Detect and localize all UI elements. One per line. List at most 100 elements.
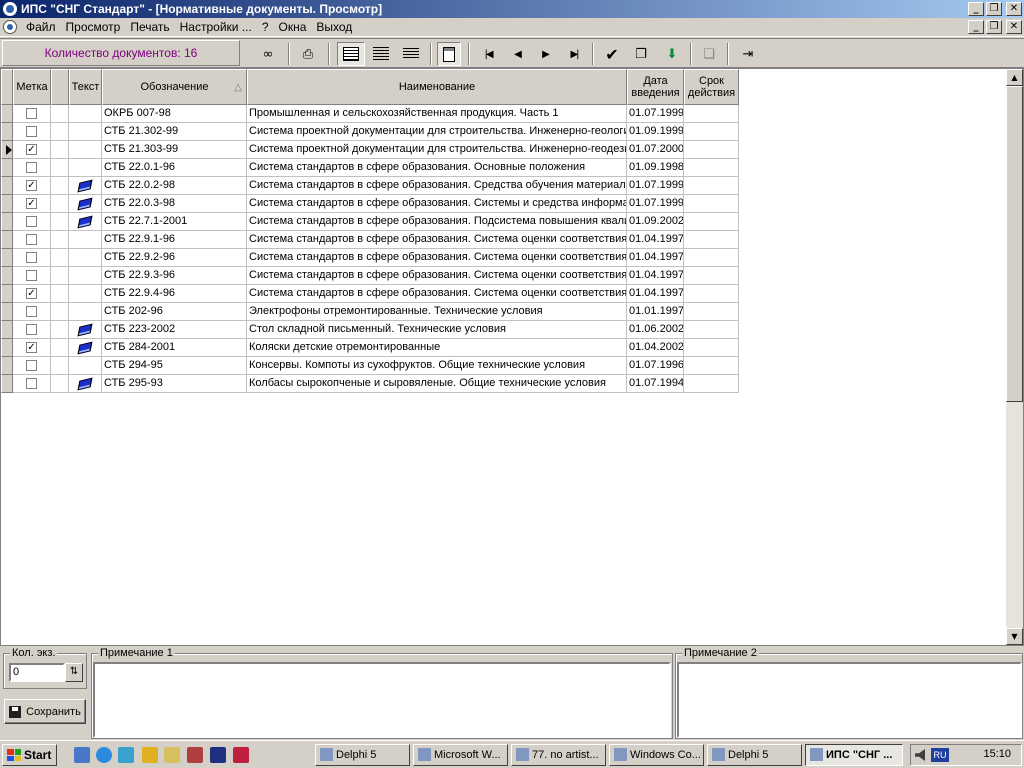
code-cell[interactable]: СТБ 22.9.4-96 [102, 285, 247, 303]
text-cell[interactable] [69, 375, 102, 393]
term-cell[interactable] [684, 285, 739, 303]
list-view-icon[interactable] [369, 42, 393, 66]
desktop-icon[interactable] [74, 747, 90, 763]
prev-record-icon[interactable]: ◀ [505, 42, 529, 66]
save-button[interactable]: Сохранить [4, 699, 86, 724]
date-cell[interactable]: 01.04.1997 [627, 249, 684, 267]
note1-memo[interactable] [93, 662, 671, 738]
printer-icon[interactable]: ⎙ [296, 42, 320, 66]
mark-checkbox[interactable] [26, 216, 37, 227]
menu-settings[interactable]: Настройки ... [175, 20, 257, 34]
mark-cell[interactable] [13, 321, 51, 339]
term-cell[interactable] [684, 195, 739, 213]
name-cell[interactable]: Система стандартов в сфере образования. … [247, 267, 627, 285]
name-cell[interactable]: Консервы. Компоты из сухофруктов. Общие … [247, 357, 627, 375]
code-cell[interactable]: СТБ 21.302-99 [102, 123, 247, 141]
code-cell[interactable]: СТБ 223-2002 [102, 321, 247, 339]
mark-cell[interactable] [13, 123, 51, 141]
date-cell[interactable]: 01.04.2002 [627, 339, 684, 357]
mark-checkbox[interactable]: ✓ [26, 180, 37, 191]
table-row[interactable]: ОКРБ 007-98 Промышленная и сельскохозяйст… [1, 105, 739, 123]
last-record-icon[interactable]: ▶| [562, 42, 586, 66]
volume-icon[interactable] [915, 749, 925, 761]
date-cell[interactable]: 01.09.1999 [627, 123, 684, 141]
mark-cell[interactable] [13, 159, 51, 177]
text-cell[interactable] [69, 123, 102, 141]
internet-explorer-icon[interactable] [96, 747, 112, 763]
first-record-icon[interactable]: |◀ [476, 42, 500, 66]
text-cell[interactable] [69, 177, 102, 195]
task-winamp[interactable]: 77. no artist... [511, 744, 606, 766]
mark-checkbox[interactable] [26, 108, 37, 119]
table-row[interactable]: СТБ 22.9.2-96 Система стандартов в сфере … [1, 249, 739, 267]
task-delphi-1[interactable]: Delphi 5 [315, 744, 410, 766]
name-cell[interactable]: Стол складной письменный. Технические ус… [247, 321, 627, 339]
name-cell[interactable]: Система стандартов в сфере образования. … [247, 195, 627, 213]
code-cell[interactable]: СТБ 22.0.1-96 [102, 159, 247, 177]
app-icon[interactable] [3, 2, 17, 16]
minimize-button[interactable]: _ [968, 2, 984, 16]
vertical-scrollbar[interactable]: ▲ ▼ [1006, 69, 1023, 645]
table-row[interactable]: ✓ СТБ 21.303-99 Система проектной документ… [1, 141, 739, 159]
code-cell[interactable]: СТБ 202-96 [102, 303, 247, 321]
mark-cell[interactable] [13, 249, 51, 267]
date-cell[interactable]: 01.09.2002 [627, 213, 684, 231]
date-cell[interactable]: 01.07.1996 [627, 357, 684, 375]
text-cell[interactable] [69, 213, 102, 231]
mark-checkbox[interactable] [26, 270, 37, 281]
code-cell[interactable]: СТБ 295-93 [102, 375, 247, 393]
menu-help[interactable]: ? [257, 20, 274, 34]
mark-checkbox[interactable]: ✓ [26, 342, 37, 353]
text-cell[interactable] [69, 249, 102, 267]
name-cell[interactable]: Система стандартов в сфере образования. … [247, 285, 627, 303]
text-book-icon[interactable] [77, 377, 93, 390]
term-cell[interactable] [684, 231, 739, 249]
table-row[interactable]: СТБ 294-95 Консервы. Компоты из сухофрукт… [1, 357, 739, 375]
clipboard-icon[interactable] [437, 42, 461, 66]
search-icon[interactable] [164, 747, 180, 763]
date-cell[interactable]: 01.04.1997 [627, 267, 684, 285]
paint-icon[interactable] [187, 747, 203, 763]
term-cell[interactable] [684, 159, 739, 177]
table-row[interactable]: ✓ СТБ 22.0.3-98 Система стандартов в сфере… [1, 195, 739, 213]
mdi-close-button[interactable]: ✕ [1006, 20, 1022, 34]
term-cell[interactable] [684, 213, 739, 231]
date-cell[interactable]: 01.06.2002 [627, 321, 684, 339]
table-row[interactable]: ✓ СТБ 284-2001 Коляски детские отремонтиро… [1, 339, 739, 357]
menu-exit[interactable]: Выход [311, 20, 357, 34]
name-cell[interactable]: Система стандартов в сфере образования. … [247, 177, 627, 195]
name-cell[interactable]: Промышленная и сельскохозяйственная прод… [247, 105, 627, 123]
documents-grid[interactable]: Метка Текст Обозначение △ Наименование Д… [0, 68, 1024, 646]
mark-cell[interactable]: ✓ [13, 177, 51, 195]
task-ips-sng[interactable]: ИПС "СНГ ... [805, 744, 903, 766]
term-cell[interactable] [684, 267, 739, 285]
term-cell[interactable] [684, 105, 739, 123]
code-cell[interactable]: СТБ 284-2001 [102, 339, 247, 357]
code-cell[interactable]: СТБ 22.0.2-98 [102, 177, 247, 195]
next-record-icon[interactable]: ▶ [533, 42, 557, 66]
date-cell[interactable]: 01.07.1999 [627, 105, 684, 123]
table-row[interactable]: СТБ 22.0.1-96 Система стандартов в сфере … [1, 159, 739, 177]
save-disk-icon[interactable] [233, 747, 249, 763]
mark-checkbox[interactable] [26, 306, 37, 317]
mark-checkbox[interactable] [26, 234, 37, 245]
mark-cell[interactable]: ✓ [13, 195, 51, 213]
header-text[interactable]: Текст [69, 69, 102, 105]
code-cell[interactable]: СТБ 22.7.1-2001 [102, 213, 247, 231]
table-row[interactable]: ✓ СТБ 22.0.2-98 Система стандартов в сфере… [1, 177, 739, 195]
table-row[interactable]: СТБ 295-93 Колбасы сырокопченые и сыровял… [1, 375, 739, 393]
table-row[interactable]: СТБ 202-96 Электрофоны отремонтированные.… [1, 303, 739, 321]
scroll-thumb[interactable] [1006, 86, 1023, 402]
translator-icon[interactable] [210, 747, 226, 763]
date-cell[interactable]: 01.07.1994 [627, 375, 684, 393]
mark-checkbox[interactable] [26, 324, 37, 335]
checkmark-icon[interactable]: ✔ [600, 42, 624, 66]
name-cell[interactable]: Коляски детские отремонтированные [247, 339, 627, 357]
text-cell[interactable] [69, 303, 102, 321]
outlook-icon[interactable] [118, 747, 134, 763]
term-cell[interactable] [684, 249, 739, 267]
mark-checkbox[interactable] [26, 162, 37, 173]
table-row[interactable]: СТБ 21.302-99 Система проектной документа… [1, 123, 739, 141]
scroll-down-button[interactable]: ▼ [1006, 628, 1023, 645]
table-row[interactable]: СТБ 223-2002 Стол складной письменный. Те… [1, 321, 739, 339]
